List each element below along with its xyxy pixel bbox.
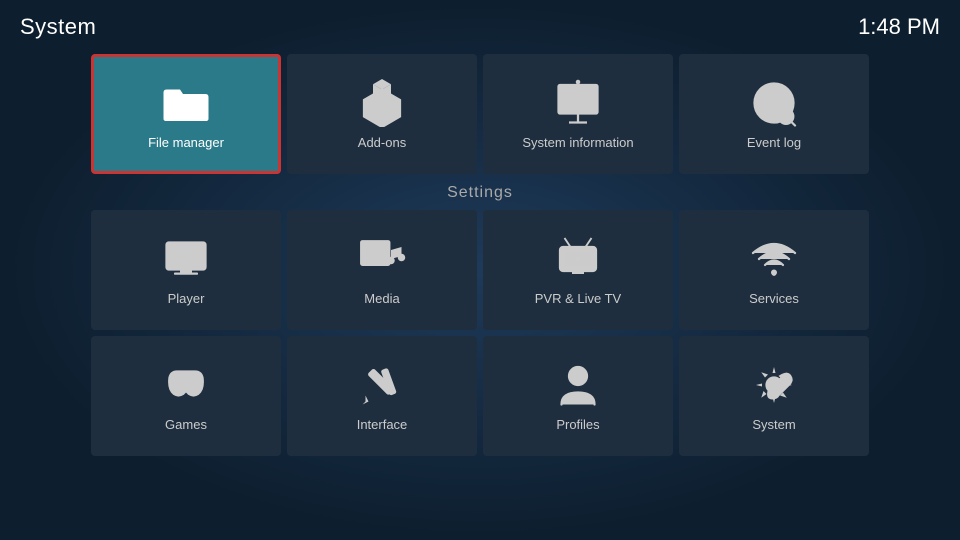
system-icon [750, 361, 798, 409]
header: System 1:48 PM [0, 0, 960, 48]
tile-pvr-label: PVR & Live TV [535, 291, 621, 306]
tile-services[interactable]: Services [679, 210, 869, 330]
settings-row-1: Player Media [0, 210, 960, 330]
folder-icon [162, 79, 210, 127]
tile-add-ons[interactable]: Add-ons [287, 54, 477, 174]
tile-pvr-live-tv[interactable]: PVR & Live TV [483, 210, 673, 330]
settings-section-label: Settings [0, 184, 960, 202]
tile-media-label: Media [364, 291, 399, 306]
event-log-icon [750, 79, 798, 127]
tile-file-manager[interactable]: File manager [91, 54, 281, 174]
profiles-icon [554, 361, 602, 409]
tile-profiles-label: Profiles [556, 417, 599, 432]
pvr-icon [554, 235, 602, 283]
settings-row-2: Games Interface Profiles [0, 336, 960, 456]
tile-player[interactable]: Player [91, 210, 281, 330]
page-container: System 1:48 PM File manager A [0, 0, 960, 540]
player-icon [162, 235, 210, 283]
games-icon [162, 361, 210, 409]
tile-games[interactable]: Games [91, 336, 281, 456]
tile-event-log-label: Event log [747, 135, 801, 150]
tile-interface-label: Interface [357, 417, 408, 432]
tile-system-information-label: System information [522, 135, 633, 150]
tile-services-label: Services [749, 291, 799, 306]
tile-add-ons-label: Add-ons [358, 135, 406, 150]
tile-system-label: System [752, 417, 795, 432]
tile-event-log[interactable]: Event log [679, 54, 869, 174]
services-icon [750, 235, 798, 283]
media-icon [358, 235, 406, 283]
clock: 1:48 PM [858, 14, 940, 40]
interface-icon [358, 361, 406, 409]
tile-games-label: Games [165, 417, 207, 432]
tile-system[interactable]: System [679, 336, 869, 456]
page-title: System [20, 14, 96, 40]
addons-icon [358, 79, 406, 127]
tile-media[interactable]: Media [287, 210, 477, 330]
tile-player-label: Player [168, 291, 205, 306]
tile-system-information[interactable]: System information [483, 54, 673, 174]
tile-interface[interactable]: Interface [287, 336, 477, 456]
tile-file-manager-label: File manager [148, 135, 224, 150]
tile-profiles[interactable]: Profiles [483, 336, 673, 456]
system-info-icon [554, 79, 602, 127]
top-row: File manager Add-ons [0, 54, 960, 174]
